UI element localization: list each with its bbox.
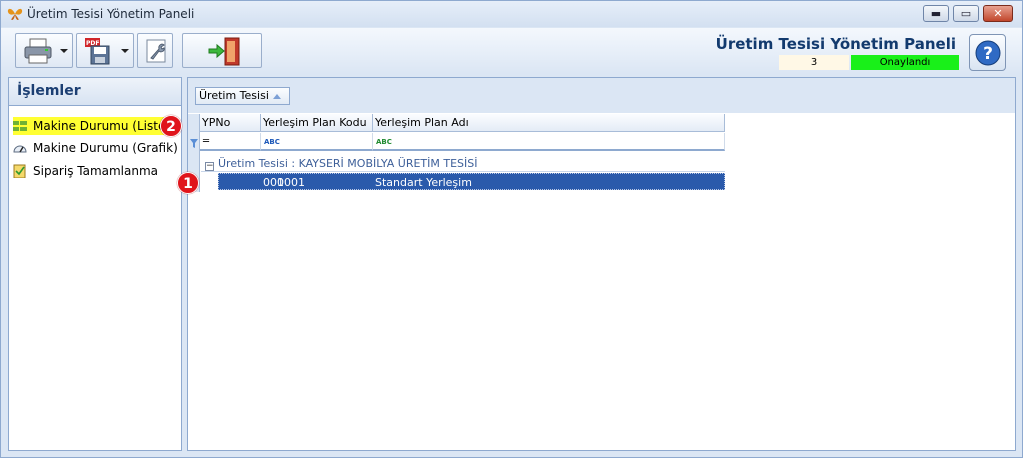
group-by-area: Üretim Tesisi: [188, 78, 1015, 113]
filter-cell-plan-name[interactable]: ABC: [373, 133, 725, 151]
minimize-button[interactable]: ▬: [923, 5, 949, 22]
gauge-icon: [13, 145, 27, 153]
grid-list-icon: [13, 121, 27, 131]
record-count: 3: [779, 55, 849, 70]
text-filter-icon: ABC: [264, 138, 280, 146]
window-title: Üretim Tesisi Yönetim Paneli: [27, 7, 195, 21]
menu-item-order-completion[interactable]: Sipariş Tamamlanma: [13, 162, 158, 180]
column-header-plan-name[interactable]: Yerleşim Plan Adı: [373, 114, 725, 132]
wrench-page-icon: [146, 39, 166, 63]
panel-title: Üretim Tesisi Yönetim Paneli: [715, 35, 956, 53]
group-chip-production-facility[interactable]: Üretim Tesisi: [195, 87, 290, 105]
cell-plan-name: Standart Yerleşim: [375, 176, 472, 189]
butterfly-icon: [7, 8, 23, 20]
exit-button[interactable]: [182, 33, 262, 68]
help-button[interactable]: ?: [969, 34, 1006, 71]
close-icon: ✕: [993, 7, 1003, 20]
print-button[interactable]: [15, 33, 73, 68]
menu-item-machine-status-graph[interactable]: Makine Durumu (Grafik): [13, 139, 178, 157]
operations-title: İşlemler: [9, 78, 181, 106]
filter-cell-plan-code[interactable]: ABC: [261, 133, 373, 151]
maximize-icon: ▭: [960, 7, 972, 20]
maximize-button[interactable]: ▭: [953, 5, 979, 22]
menu-item-label: Sipariş Tamamlanma: [33, 164, 159, 178]
checklist-icon: [13, 164, 26, 178]
menu-item-label: Makine Durumu (Liste): [33, 119, 171, 133]
cell-plan-code: 000001: [263, 176, 305, 189]
operations-panel: İşlemler Makine Durumu (Liste) Makine Du…: [8, 77, 182, 451]
column-header-plan-code[interactable]: Yerleşim Plan Kodu: [261, 114, 373, 132]
column-header-ypno[interactable]: YPNo: [200, 114, 261, 132]
main-window: Üretim Tesisi Yönetim Paneli ▬ ▭ ✕ PDF Ü…: [0, 0, 1023, 458]
filter-icon[interactable]: [190, 139, 198, 148]
export-pdf-button[interactable]: PDF: [76, 33, 134, 68]
printer-icon: [24, 38, 52, 64]
step-badge-2: 2: [160, 115, 182, 137]
menu-item-label: Makine Durumu (Grafik): [33, 141, 178, 155]
group-chip-label: Üretim Tesisi: [199, 89, 269, 102]
minimize-icon: ▬: [930, 7, 942, 20]
collapse-icon[interactable]: −: [205, 162, 214, 171]
exit-door-icon: [208, 37, 240, 66]
step-badge-1: 1: [177, 172, 199, 194]
table-row[interactable]: 1 000001 Standart Yerleşim: [218, 173, 725, 190]
status-badge: Onaylandı: [851, 55, 959, 70]
export-dropdown-arrow[interactable]: [121, 49, 129, 53]
svg-text:?: ?: [983, 44, 993, 64]
help-icon: ?: [975, 40, 1001, 66]
settings-button[interactable]: [137, 33, 173, 68]
close-button[interactable]: ✕: [983, 5, 1013, 22]
pdf-save-icon: PDF: [85, 38, 110, 65]
group-row-label: Üretim Tesisi : KAYSERİ MOBİLYA ÜRETİM T…: [218, 157, 478, 170]
grid-panel: Üretim Tesisi YPNo Yerleşim Plan Kodu Ye…: [187, 77, 1016, 451]
filter-cell-ypno[interactable]: ═: [200, 133, 261, 151]
equals-icon: ═: [203, 136, 210, 147]
text-filter-icon: ABC: [376, 138, 392, 146]
group-row[interactable]: − Üretim Tesisi : KAYSERİ MOBİLYA ÜRETİM …: [201, 155, 725, 172]
sort-ascending-icon: [273, 94, 281, 99]
title-bar[interactable]: Üretim Tesisi Yönetim Paneli ▬ ▭ ✕: [1, 1, 1022, 27]
print-dropdown-arrow[interactable]: [60, 49, 68, 53]
menu-item-machine-status-list[interactable]: Makine Durumu (Liste): [13, 117, 175, 135]
